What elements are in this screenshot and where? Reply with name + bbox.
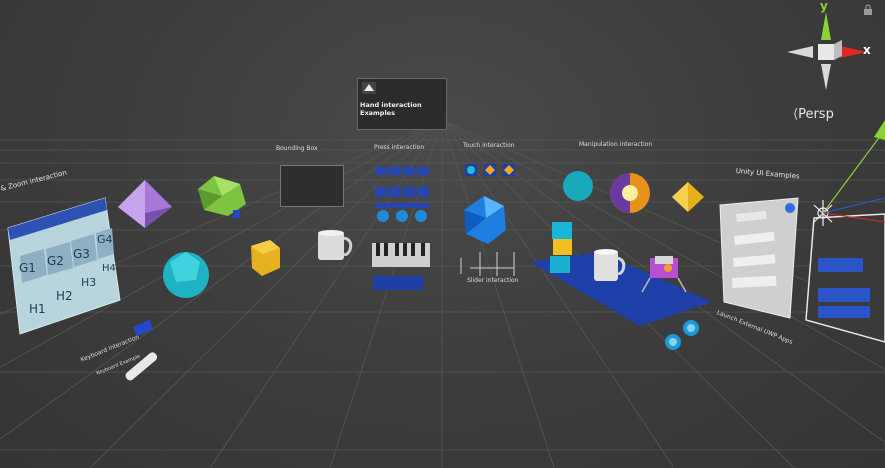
tile-h2: H2: [56, 289, 73, 303]
cheese-cube[interactable]: [251, 240, 280, 276]
tile-g2: G2: [47, 254, 64, 268]
hand-interaction-panel[interactable]: Hand interaction Examples: [357, 78, 447, 130]
tile-g4: G4: [97, 233, 113, 246]
cyan-sphere-left[interactable]: [163, 252, 209, 298]
piano-keys[interactable]: [372, 243, 430, 267]
x-axis-label: x: [863, 43, 871, 57]
slider-area[interactable]: [460, 252, 515, 276]
tile-h4: H4: [102, 263, 116, 274]
earth-core-sphere[interactable]: [610, 173, 650, 213]
scene-viewport[interactable]: y x ⟨Persp Hand interaction Examples Bou…: [0, 0, 885, 468]
orientation-gizmo[interactable]: [787, 12, 867, 90]
touch-buttons[interactable]: [465, 164, 515, 176]
bounding-box-panel[interactable]: [280, 165, 344, 207]
y-axis-label: y: [820, 0, 828, 13]
tile-g1: G1: [19, 261, 36, 275]
projection-toggle[interactable]: ⟨Persp: [793, 107, 834, 122]
small-blue-cube[interactable]: [233, 210, 240, 218]
press-interaction-label: Press interaction: [374, 144, 425, 151]
purple-octahedron[interactable]: [118, 180, 172, 228]
unity-ui-panel[interactable]: [719, 197, 799, 319]
keyboard-pen[interactable]: [124, 351, 159, 382]
mrtk-logo-icon: [362, 82, 376, 94]
manipulation-interaction-label: Manipulation interaction: [579, 141, 653, 148]
press-bar[interactable]: [373, 276, 423, 290]
bounding-box-label: Bounding Box: [276, 145, 318, 152]
projection-label: Persp: [798, 107, 834, 122]
tile-h1: H1: [29, 302, 46, 316]
lock-icon[interactable]: [863, 4, 873, 16]
touch-interaction-label: Touch interaction: [463, 142, 515, 149]
stacked-cubes[interactable]: [550, 222, 572, 273]
selection-handles[interactable]: [822, 120, 885, 223]
gold-octahedron[interactable]: [672, 182, 704, 212]
tile-h3: H3: [81, 276, 97, 289]
launch-buttons[interactable]: [665, 320, 699, 350]
slider-interaction-label: Slider interaction: [467, 277, 519, 284]
press-buttons[interactable]: [375, 167, 429, 222]
hand-interaction-title: Hand interaction Examples: [360, 101, 422, 117]
cyan-sphere-right[interactable]: [563, 171, 593, 201]
right-list-panel[interactable]: [805, 213, 885, 343]
scene-canvas[interactable]: [0, 0, 885, 468]
coffee-mug-left[interactable]: [318, 230, 353, 260]
blue-icosahedron[interactable]: [464, 196, 506, 244]
tile-g3: G3: [73, 247, 90, 261]
